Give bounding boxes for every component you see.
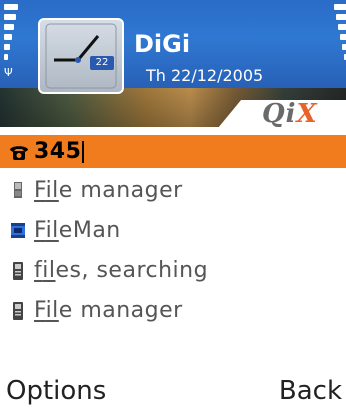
phone-icon <box>8 143 30 161</box>
options-softkey[interactable]: Options <box>6 374 106 408</box>
list-item[interactable]: FileMan <box>0 212 346 252</box>
date-label: Th 22/12/2005 <box>146 66 264 85</box>
status-header: Ψ 22 DiGi Th 22/12/2005 QiX <box>0 0 346 127</box>
note-icon <box>10 300 26 322</box>
softkey-bar: Options Back <box>0 372 346 412</box>
list-item-label: FileMan <box>34 218 121 243</box>
search-input[interactable]: 345 <box>34 137 85 167</box>
app-icon <box>10 220 26 242</box>
brand-logo: QiX <box>262 99 318 127</box>
back-softkey[interactable]: Back <box>279 374 342 408</box>
search-input-row[interactable]: 345 <box>0 135 346 168</box>
memory-card-icon <box>10 180 26 202</box>
list-item[interactable]: files, searching <box>0 252 346 292</box>
list-item[interactable]: File manager <box>0 172 346 212</box>
note-icon <box>10 260 26 282</box>
text-caret <box>82 141 85 163</box>
list-item-label: File manager <box>34 298 183 323</box>
list-item-label: File manager <box>34 178 183 203</box>
list-item[interactable]: File manager <box>0 292 346 332</box>
signal-strength-icon <box>4 4 18 72</box>
list-item-label: files, searching <box>34 258 209 283</box>
antenna-icon: Ψ <box>4 66 13 79</box>
date-badge: 22 <box>90 56 114 70</box>
clock-calendar-icon[interactable]: 22 <box>38 18 124 94</box>
battery-level-icon <box>334 4 346 72</box>
operator-name: DiGi <box>134 30 191 58</box>
